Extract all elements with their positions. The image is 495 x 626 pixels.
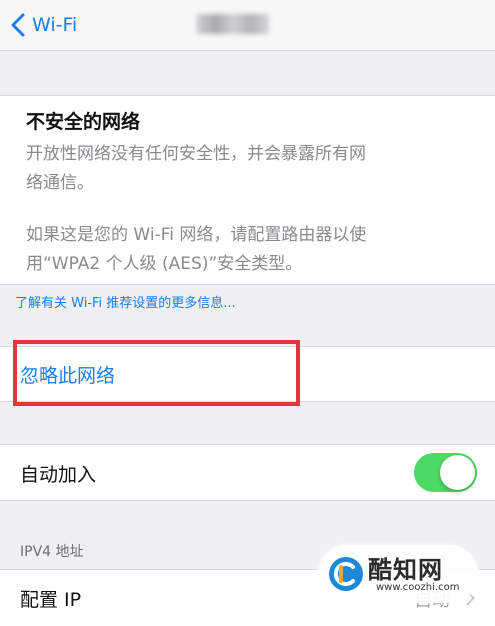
site-logo-icon — [329, 557, 363, 591]
security-warning-line: 络通信。 — [26, 173, 94, 193]
watermark-name: 酷知网 — [368, 556, 443, 584]
auto-join-label: 自动加入 — [20, 464, 97, 486]
security-warning-line: 用“WPA2 个人级 (AES)”安全类型。 — [26, 254, 303, 274]
site-watermark: 酷知网 www.coozhi.com — [318, 545, 478, 603]
configure-ip-label: 配置 IP — [20, 589, 82, 611]
security-warning-line: 开放性网络没有任何安全性，并会暴露所有网 — [26, 144, 366, 164]
security-warning-title: 不安全的网络 — [26, 111, 141, 133]
blurred-network-name — [197, 14, 269, 34]
auto-join-row: 自动加入 — [0, 444, 495, 501]
auto-join-toggle[interactable] — [414, 453, 477, 492]
highlight-annotation-box — [13, 340, 300, 406]
wifi-recommendations-link[interactable]: 了解有关 Wi-Fi 推荐设置的更多信息... — [15, 292, 236, 311]
ipv4-section-header: IPV4 地址 — [20, 544, 84, 560]
back-button[interactable]: Wi-Fi — [10, 11, 77, 39]
toggle-knob — [440, 455, 475, 490]
back-button-label: Wi-Fi — [32, 14, 78, 36]
watermark-url: www.coozhi.com — [376, 582, 460, 593]
security-warning-card: 不安全的网络 开放性网络没有任何安全性，并会暴露所有网 络通信。 如果这是您的 … — [0, 95, 495, 285]
security-warning-line: 如果这是您的 Wi-Fi 网络，请配置路由器以使 — [26, 225, 367, 245]
navigation-bar: Wi-Fi — [0, 0, 495, 51]
chevron-left-icon — [11, 13, 25, 37]
